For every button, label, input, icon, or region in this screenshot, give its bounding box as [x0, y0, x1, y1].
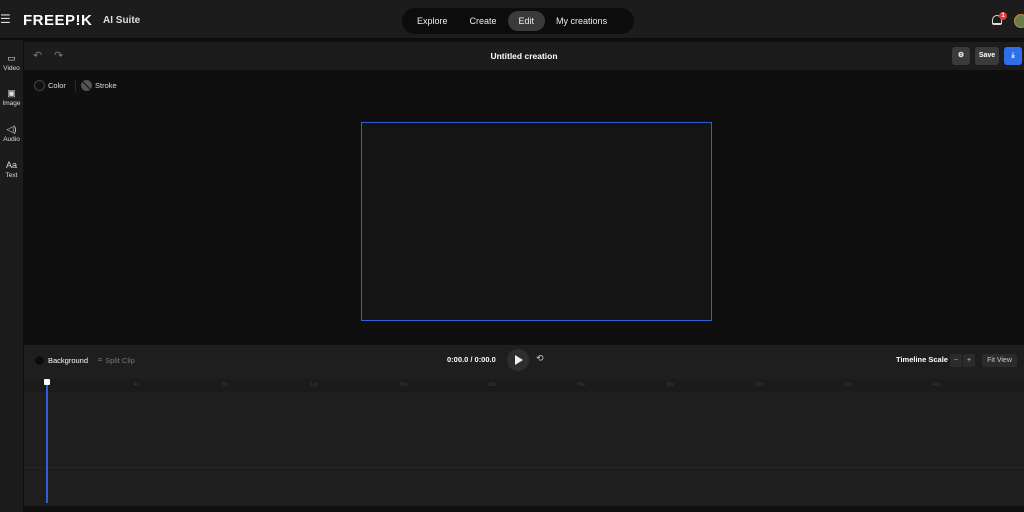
text-icon: Aa [5, 160, 17, 170]
canvas[interactable] [361, 122, 712, 321]
stroke-label: Stroke [95, 81, 117, 90]
nav-edit[interactable]: Edit [507, 11, 546, 31]
scale-controls: − + [950, 354, 975, 367]
image-icon: ▣ [7, 88, 16, 98]
nav-explore[interactable]: Explore [406, 11, 459, 31]
time-display: 0:00.0 / 0:00.0 [447, 355, 496, 364]
zoom-out-button[interactable]: − [950, 354, 962, 367]
split-icon: ⌗ [98, 355, 103, 364]
background-control[interactable]: Background [34, 355, 88, 366]
sidebar-item-image[interactable]: ▣ Image [0, 87, 23, 108]
loop-icon[interactable]: ⟲ [536, 353, 544, 364]
creation-title[interactable]: Untitled creation [24, 51, 1024, 61]
sidebar-item-label: Text [5, 172, 18, 179]
divider [75, 80, 76, 92]
time-ruler[interactable]: 4s 8s 12s 16s 20s 24s 28s 32s 36s 40s [24, 379, 1024, 392]
play-button[interactable] [507, 349, 529, 371]
gear-icon: ⚙ [957, 52, 965, 59]
nav-my-creations[interactable]: My creations [545, 11, 618, 31]
no-stroke-icon [81, 80, 92, 91]
editor-toolbar: ↶ ↷ Untitled creation ⚙ Save ⤓ [24, 42, 1024, 70]
fit-view-wrap: Fit View [982, 354, 1017, 367]
playhead-handle[interactable] [44, 379, 50, 385]
nav-create[interactable]: Create [459, 11, 508, 31]
stroke-control[interactable]: Stroke [81, 80, 117, 91]
ruler-tick: 24s [576, 382, 586, 388]
ruler-tick: 8s [222, 382, 228, 388]
suite-label: AI Suite [103, 15, 141, 26]
editor: ↶ ↷ Untitled creation ⚙ Save ⤓ Color Str… [24, 42, 1024, 506]
ruler-tick: 28s [665, 382, 675, 388]
sidebar: ▭ Video ▣ Image ◁) Audio Aa Text [0, 40, 23, 512]
color-control[interactable]: Color [34, 80, 66, 91]
ruler-tick: 32s [754, 382, 764, 388]
sidebar-item-video[interactable]: ▭ Video [0, 52, 23, 73]
split-label: Split Clip [105, 355, 135, 365]
split-clip-button[interactable]: ⌗ Split Clip [98, 355, 135, 365]
sidebar-item-label: Audio [3, 136, 20, 143]
ruler-tick: 16s [398, 382, 408, 388]
download-button[interactable]: ⤓ [1004, 47, 1022, 65]
timeline: Background ⌗ Split Clip 0:00.0 / 0:00.0 ⟲… [24, 345, 1024, 506]
top-header: ☰ FREEP!K AI Suite Explore Create Edit M… [0, 0, 1024, 39]
zoom-in-button[interactable]: + [963, 354, 975, 367]
sidebar-item-label: Image [2, 100, 21, 107]
background-swatch [34, 355, 45, 366]
timeline-scale-label: Timeline Scale [896, 355, 948, 364]
fit-view-button[interactable]: Fit View [982, 354, 1017, 367]
main-nav: Explore Create Edit My creations [402, 8, 634, 34]
background-label: Background [48, 356, 89, 365]
save-button[interactable]: Save [975, 47, 999, 65]
video-icon: ▭ [7, 53, 16, 63]
settings-button[interactable]: ⚙ [952, 47, 970, 65]
sidebar-item-label: Video [3, 65, 20, 72]
ruler-tick: 20s [487, 382, 497, 388]
ruler-tick: 40s [932, 382, 942, 388]
ruler-tick: 4s [133, 382, 139, 388]
menu-icon[interactable]: ☰ [0, 13, 11, 25]
track-divider [24, 467, 1024, 468]
download-icon: ⤓ [1011, 52, 1015, 59]
logo[interactable]: FREEP!K [23, 12, 92, 29]
audio-icon: ◁) [6, 124, 17, 134]
sidebar-item-text[interactable]: Aa Text [0, 159, 23, 180]
sidebar-item-audio[interactable]: ◁) Audio [0, 123, 23, 144]
avatar[interactable] [1014, 14, 1024, 28]
color-label: Color [48, 81, 66, 90]
color-swatch [34, 80, 45, 91]
notification-badge: 1 [999, 12, 1007, 20]
ruler-tick: 36s [843, 382, 853, 388]
ruler-tick: 12s [309, 382, 319, 388]
playhead[interactable] [46, 381, 48, 503]
